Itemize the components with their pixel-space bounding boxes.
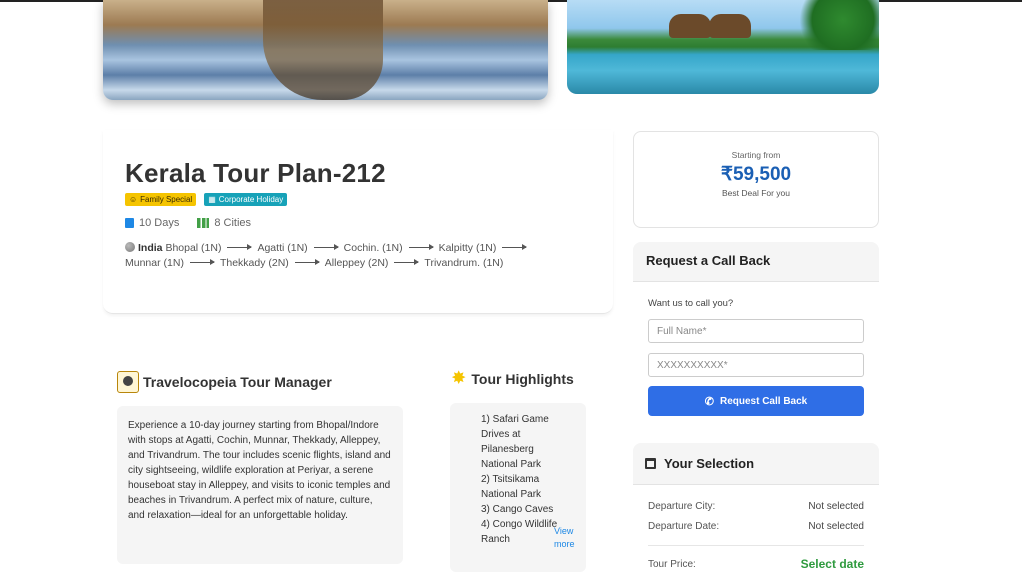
departure-date-label: Departure Date: bbox=[648, 521, 720, 532]
departure-city-label: Departure City: bbox=[648, 501, 716, 512]
arrow-right-icon bbox=[294, 259, 320, 265]
request-call-back-label: Request Call Back bbox=[719, 395, 808, 407]
departure-date-value: Not selected bbox=[808, 521, 864, 532]
callback-prompt: Want us to call you? bbox=[648, 298, 734, 309]
arrow-right-icon bbox=[502, 244, 528, 250]
globe-icon bbox=[125, 242, 135, 252]
view-more-link[interactable]: View more bbox=[554, 525, 582, 551]
houseboat-shape bbox=[669, 14, 711, 38]
list-item: 1) Safari Game Drives at Pilanesberg Nat… bbox=[481, 414, 549, 470]
cities-text: 8 Cities bbox=[214, 217, 252, 229]
badge-family-special: ☺ Family Special bbox=[125, 193, 197, 206]
price-starting-label: Starting from bbox=[731, 150, 781, 160]
route-stop: Thekkady (2N) bbox=[219, 257, 289, 269]
list-item: 4) Congo Wildlife Ranch bbox=[481, 519, 558, 545]
building-icon: ▦ bbox=[208, 195, 216, 204]
palm-trees bbox=[789, 0, 879, 50]
houseboat-shape bbox=[709, 14, 751, 38]
route-stop: Bhopal (1N) bbox=[165, 242, 222, 254]
your-selection-heading: Your Selection bbox=[633, 443, 879, 485]
arrow-right-icon bbox=[408, 244, 434, 250]
badge-corporate-holiday: ▦ Corporate Holiday bbox=[204, 193, 288, 206]
tour-highlights-title: Tour Highlights bbox=[471, 371, 574, 387]
badge-label: Family Special bbox=[140, 195, 193, 204]
tour-manager-title: Travelocopeia Tour Manager bbox=[143, 374, 332, 390]
tour-highlights-box: 1) Safari Game Drives at Pilanesberg Nat… bbox=[450, 403, 586, 572]
tour-highlights-heading: ✸ Tour Highlights bbox=[452, 370, 574, 388]
arrow-right-icon bbox=[227, 244, 253, 250]
price-deal-text: Best Deal For you bbox=[721, 188, 791, 198]
request-call-back-button[interactable]: ✆ Request Call Back bbox=[648, 386, 864, 416]
badge-label: Corporate Holiday bbox=[218, 195, 284, 204]
departure-date-row: Departure Date: Not selected bbox=[648, 521, 864, 532]
star-burst-icon: ✸ bbox=[452, 370, 466, 387]
price-card: Starting from ₹59,500 Best Deal For you bbox=[633, 131, 879, 228]
route-stop: Trivandrum. (1N) bbox=[424, 257, 504, 269]
phone-input[interactable] bbox=[648, 353, 864, 377]
manager-icon bbox=[117, 371, 139, 393]
select-date-link[interactable]: Select date bbox=[801, 557, 864, 571]
price-amount: ₹59,500 bbox=[720, 164, 792, 185]
tour-route: India Bhopal (1N) Agatti (1N) Cochin. (1N)… bbox=[125, 241, 595, 271]
route-country: India bbox=[138, 242, 163, 254]
callback-heading: Request a Call Back bbox=[633, 242, 879, 282]
route-stop: Kalpitty (1N) bbox=[438, 242, 497, 254]
duration-text: 10 Days bbox=[139, 217, 180, 229]
tour-price-label: Tour Price: bbox=[648, 558, 696, 570]
cities-count: 8 Cities bbox=[197, 217, 251, 229]
phone-icon: ✆ bbox=[704, 395, 714, 408]
duration: 10 Days bbox=[125, 217, 179, 229]
tour-summary-card: Kerala Tour Plan-212 ☺ Family Special ▦ … bbox=[103, 130, 613, 314]
your-selection-title: Your Selection bbox=[664, 456, 755, 471]
tour-title: Kerala Tour Plan-212 bbox=[125, 158, 386, 188]
departure-city-row: Departure City: Not selected bbox=[648, 501, 864, 512]
highlights-list: 1) Safari Game Drives at Pilanesberg Nat… bbox=[481, 412, 559, 547]
tour-manager-description: Experience a 10-day journey starting fro… bbox=[117, 406, 403, 564]
tour-price-row: Tour Price: Select date bbox=[648, 557, 864, 571]
tour-manager-heading: Travelocopeia Tour Manager bbox=[117, 371, 332, 393]
calendar-icon bbox=[125, 218, 134, 228]
hero-image-houseboats bbox=[567, 0, 879, 94]
list-item: 2) Tsitsikama National Park bbox=[481, 474, 542, 500]
family-icon: ☺ bbox=[129, 195, 138, 204]
divider bbox=[648, 545, 864, 546]
list-item: 3) Cango Caves bbox=[481, 504, 554, 515]
arrow-right-icon bbox=[313, 244, 339, 250]
full-name-input[interactable] bbox=[648, 319, 864, 343]
hero-reflection bbox=[263, 0, 383, 100]
departure-city-value: Not selected bbox=[808, 501, 864, 512]
route-stop: Agatti (1N) bbox=[257, 242, 308, 254]
tour-meta: 10 Days 8 Cities bbox=[125, 217, 251, 229]
arrow-right-icon bbox=[394, 259, 420, 265]
route-stop: Munnar (1N) bbox=[125, 257, 184, 269]
tour-badges: ☺ Family Special ▦ Corporate Holiday bbox=[125, 193, 288, 206]
calendar-icon bbox=[645, 458, 656, 469]
city-icon bbox=[197, 218, 210, 228]
hero-image-backwaters bbox=[103, 0, 548, 100]
route-stop: Cochin. (1N) bbox=[343, 242, 403, 254]
route-stop: Alleppey (2N) bbox=[324, 257, 389, 269]
arrow-right-icon bbox=[189, 259, 215, 265]
